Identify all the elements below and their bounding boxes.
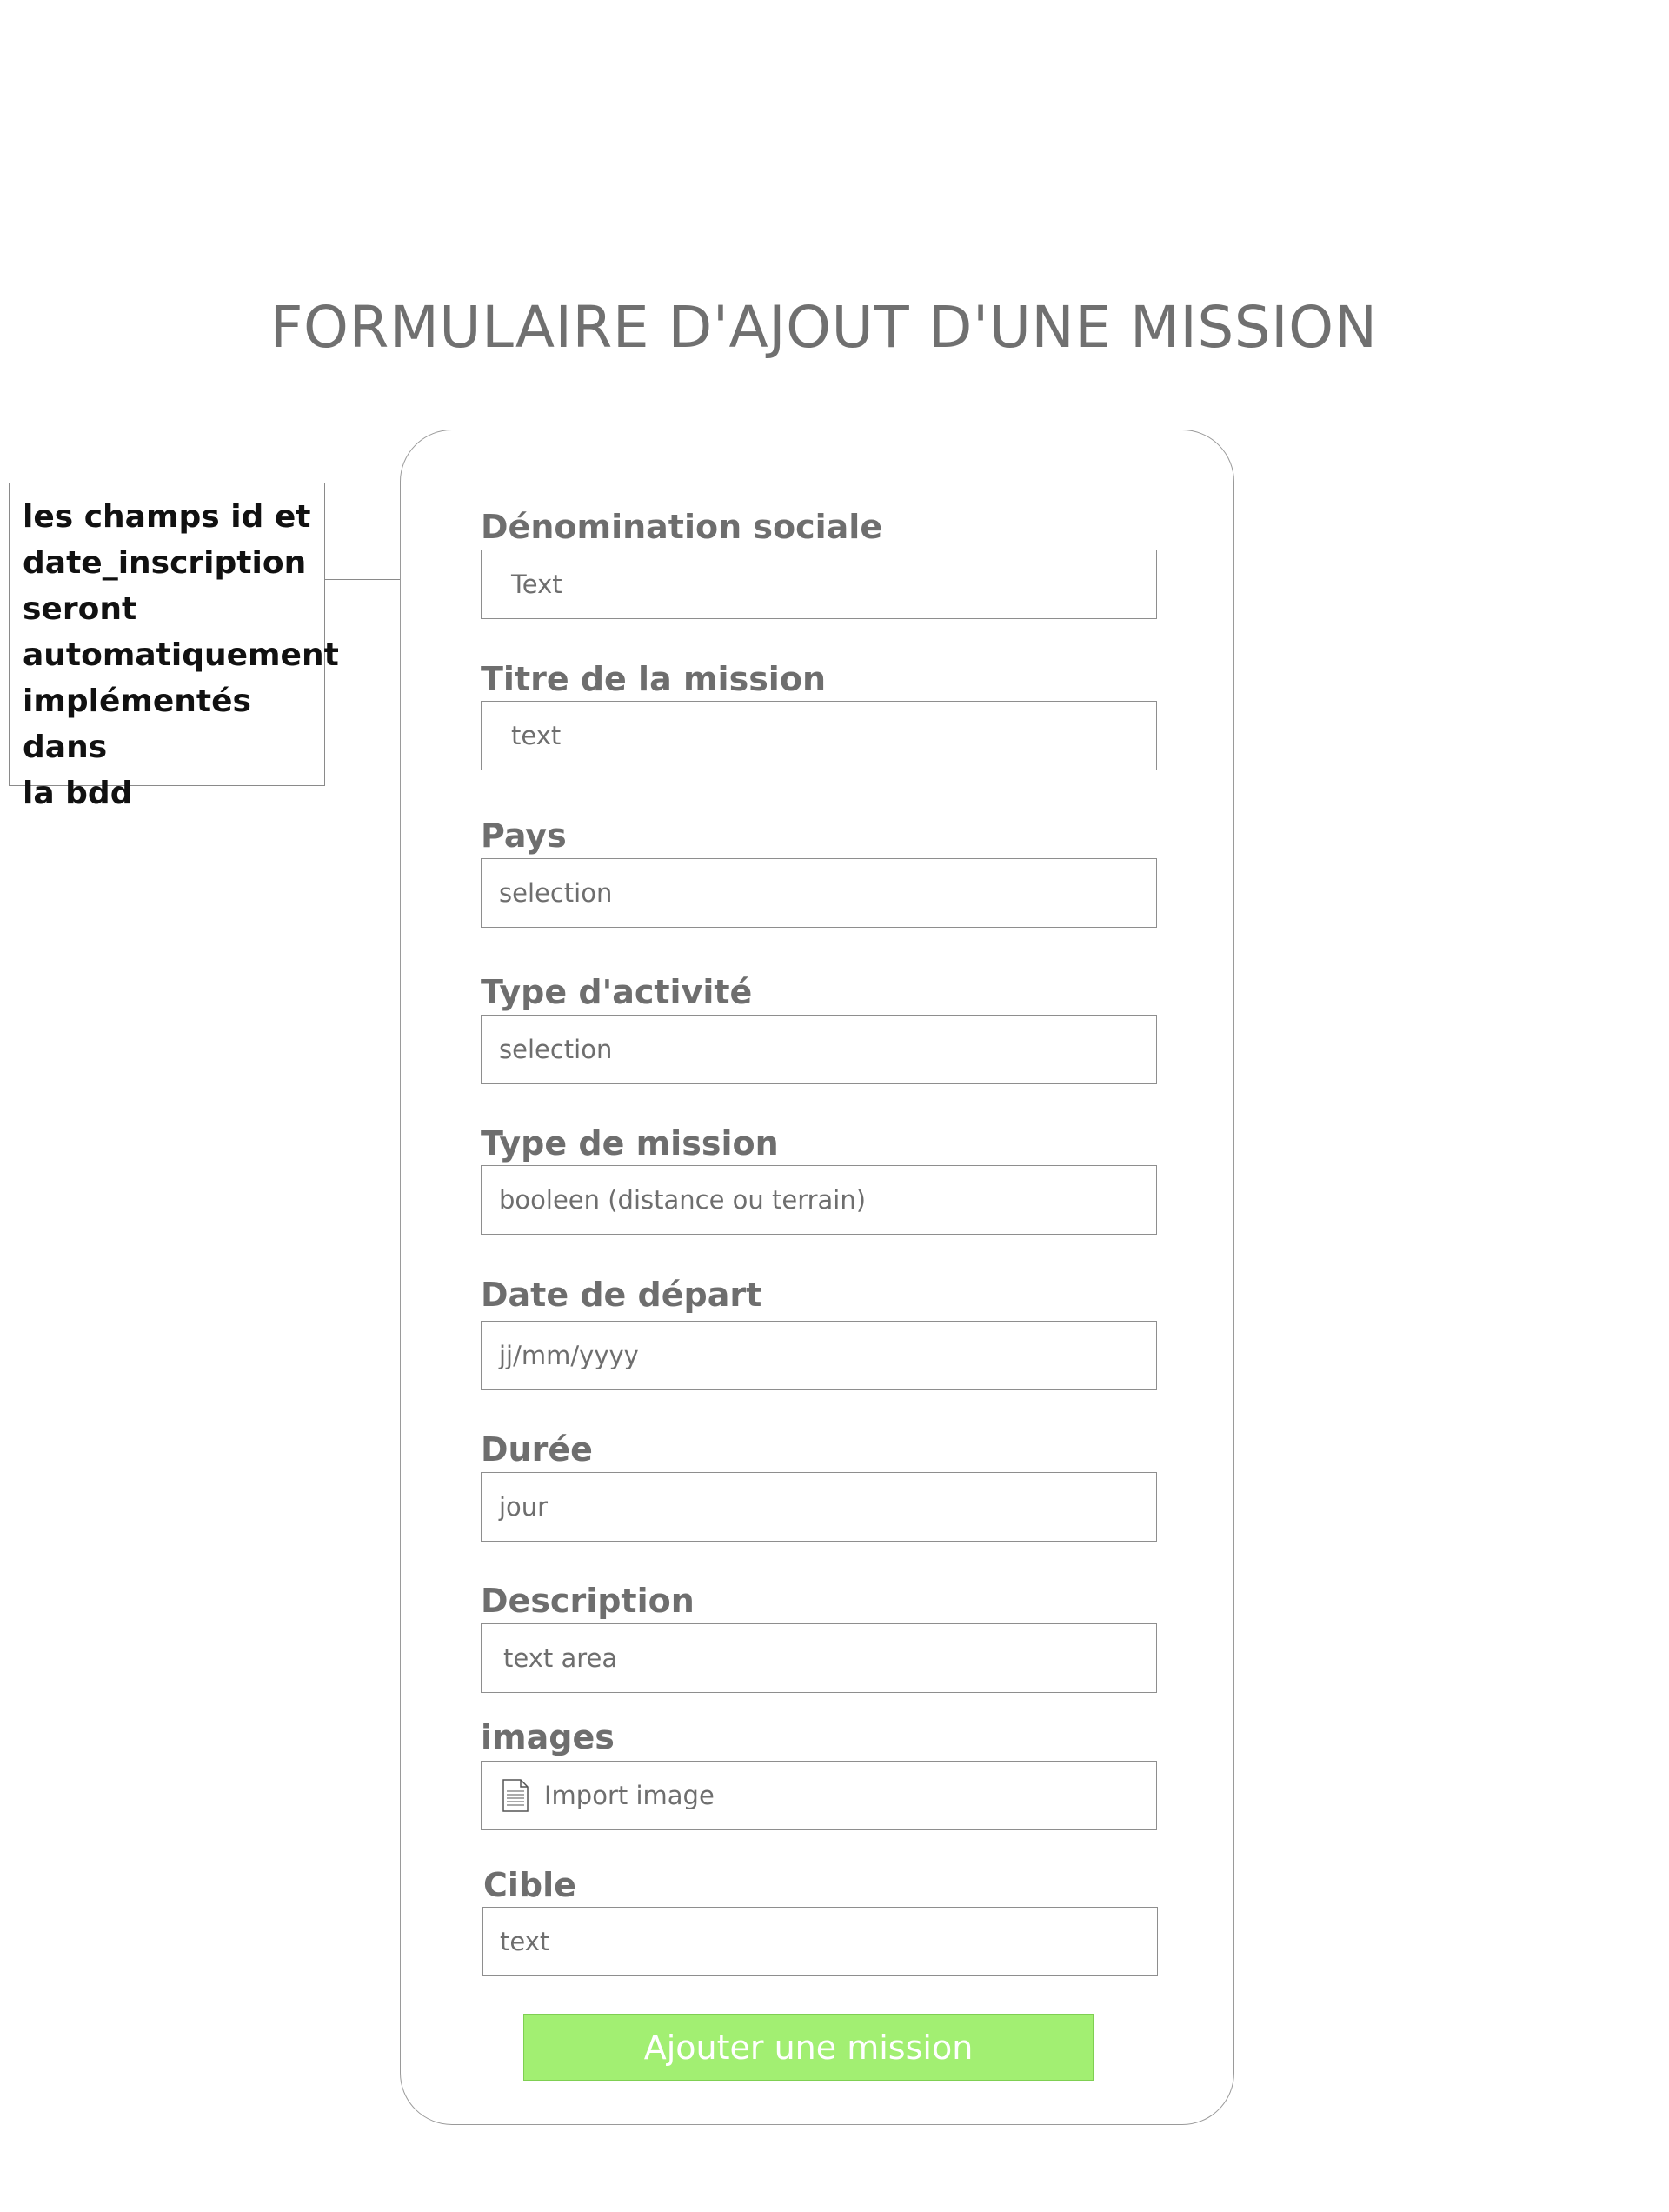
label-type-mission: Type de mission: [481, 1124, 779, 1163]
annotation-note: les champs id et date_inscription seront…: [9, 483, 339, 811]
duree-placeholder: jour: [499, 1492, 549, 1522]
label-description: Description: [481, 1582, 695, 1620]
denomination-sociale-placeholder: Text: [511, 570, 562, 599]
annotation-note-line: seront: [23, 591, 137, 627]
cible-input[interactable]: text: [482, 1907, 1158, 1976]
label-cible: Cible: [483, 1866, 576, 1904]
annotation-note-line: la bdd: [23, 776, 133, 811]
label-titre-mission: Titre de la mission: [481, 660, 826, 698]
date-depart-placeholder: jj/mm/yyyy: [499, 1341, 639, 1370]
pays-placeholder: selection: [499, 878, 613, 908]
add-mission-button[interactable]: Ajouter une mission: [523, 2014, 1094, 2081]
duree-input[interactable]: jour: [481, 1472, 1157, 1542]
date-depart-input[interactable]: jj/mm/yyyy: [481, 1321, 1157, 1390]
type-activite-placeholder: selection: [499, 1035, 613, 1064]
titre-mission-input[interactable]: text: [481, 701, 1157, 770]
label-images: images: [481, 1718, 615, 1756]
description-placeholder: text area: [503, 1643, 618, 1673]
label-type-activite: Type d'activité: [481, 973, 753, 1011]
type-mission-placeholder: booleen (distance ou terrain): [499, 1185, 867, 1215]
type-mission-input[interactable]: booleen (distance ou terrain): [481, 1165, 1157, 1235]
titre-mission-placeholder: text: [511, 721, 562, 750]
file-icon: [502, 1779, 529, 1812]
label-date-depart: Date de départ: [481, 1276, 762, 1314]
annotation-note-line: automatiquement: [23, 637, 339, 673]
cible-placeholder: text: [500, 1927, 550, 1956]
description-textarea[interactable]: text area: [481, 1623, 1157, 1693]
image-upload[interactable]: Import image: [481, 1761, 1157, 1830]
label-pays: Pays: [481, 816, 567, 855]
page-title: FORMULAIRE D'AJOUT D'UNE MISSION: [269, 294, 1378, 361]
label-duree: Durée: [481, 1430, 593, 1469]
label-denomination-sociale: Dénomination sociale: [481, 508, 883, 546]
annotation-note-line: les champs id et: [23, 499, 311, 535]
mission-form: Dénomination sociale Text Titre de la mi…: [400, 430, 1234, 2125]
denomination-sociale-input[interactable]: Text: [481, 550, 1157, 619]
annotation-note-line: date_inscription: [23, 545, 307, 581]
type-activite-select[interactable]: selection: [481, 1015, 1157, 1084]
annotation-connector-line: [325, 579, 400, 580]
annotation-note-line: implémentés dans: [23, 683, 251, 765]
pays-select[interactable]: selection: [481, 858, 1157, 928]
image-upload-placeholder: Import image: [544, 1781, 715, 1810]
